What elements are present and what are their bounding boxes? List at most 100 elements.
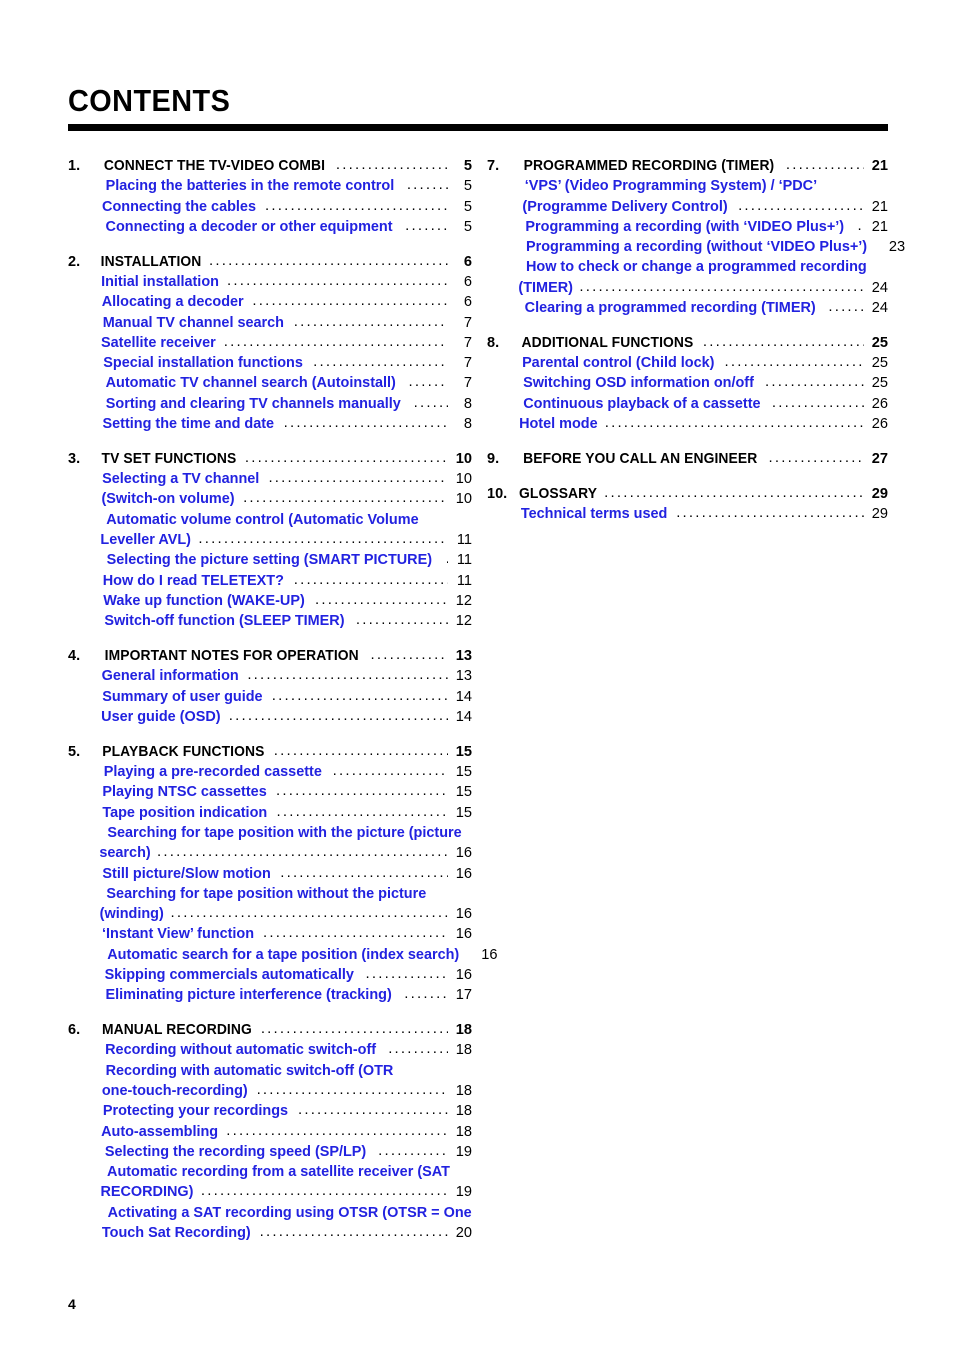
toc-entry: Switching OSD information on/off 25 (517, 373, 888, 393)
toc-entry-label: Programming a recording (without ‘VIDEO … (525, 238, 868, 256)
toc-entry-label: (Switch-on volume) (101, 490, 235, 508)
toc-entry-label: Satellite receiver (101, 333, 216, 351)
toc-entry-row[interactable]: Initial installation 6 (68, 272, 472, 292)
toc-entry-label: (winding) (99, 905, 164, 923)
toc-entry-row[interactable]: Special installation functions 7 (68, 353, 472, 373)
toc-entry: Connecting a decoder or other equipment 5 (98, 217, 472, 237)
toc-chapter-number: 3. (68, 450, 81, 467)
toc-entry: Still picture/Slow motion 16 (98, 864, 472, 884)
toc-entry-row[interactable]: one-touch-recording) 18 (68, 1081, 472, 1101)
dot-leader (272, 686, 448, 706)
toc-entry-label: ‘Instant View’ function (102, 925, 255, 943)
toc-entry-row[interactable]: Sorting and clearing TV channels manuall… (68, 394, 472, 414)
toc-entry-row[interactable]: (Programme Delivery Control) 21 (487, 197, 888, 217)
toc-entry-row[interactable]: Placing the batteries in the remote cont… (68, 176, 472, 196)
toc-entry-row[interactable]: Allocating a decoder 6 (68, 292, 472, 312)
toc-entry-row[interactable]: Clearing a programmed recording (TIMER) 2… (487, 298, 888, 318)
toc-entry-row[interactable]: Programming a recording (without ‘VIDEO … (487, 237, 905, 257)
toc-entry-row[interactable]: Searching for tape position with the pic… (68, 823, 472, 843)
toc-entry-label: TV SET FUNCTIONS (101, 450, 237, 467)
toc-entry-row[interactable]: ‘VPS’ (Video Programming System) / ‘PDC’ (487, 176, 888, 196)
toc-entry: Searching for tape position with the pic… (98, 823, 472, 843)
toc-entry-row[interactable]: Skipping commercials automatically 16 (68, 965, 472, 985)
toc-page-number: 16 (455, 966, 472, 983)
dot-leader (157, 842, 448, 862)
toc-entry-row[interactable]: General information 13 (68, 666, 472, 686)
toc-entry-row[interactable]: Automatic volume control (Automatic Volu… (68, 510, 472, 530)
toc-entry-row[interactable]: (TIMER) 24 (487, 278, 888, 298)
toc-entry-row[interactable]: Eliminating picture interference (tracki… (68, 985, 472, 1005)
toc-entry-row[interactable]: Technical terms used 29 (487, 504, 888, 524)
toc-entry: Programming a recording (without ‘VIDEO … (517, 237, 905, 257)
toc-entry: Tape position indication 15 (98, 803, 472, 823)
toc-entry-row[interactable]: Leveller AVL) 11 (68, 530, 472, 550)
toc-entry-row[interactable]: Playing NTSC cassettes 15 (68, 782, 472, 802)
toc-entry-row[interactable]: Satellite receiver 7 (68, 333, 472, 353)
toc-entry-row[interactable]: ‘Instant View’ function 16 (68, 924, 472, 944)
toc-entry-row[interactable]: Connecting the cables 5 (68, 197, 472, 217)
toc-entry-row[interactable]: Touch Sat Recording) 20 (68, 1223, 472, 1243)
toc-entry-row[interactable]: Summary of user guide 14 (68, 687, 472, 707)
toc-entry-row[interactable]: Programming a recording (with ‘VIDEO Plu… (487, 217, 888, 237)
toc-entry-label: Manual TV channel search (102, 313, 284, 331)
toc-entry-label: search) (99, 844, 151, 862)
toc-entry: TV SET FUNCTIONS 10 (98, 449, 472, 469)
toc-entry-row[interactable]: RECORDING) 19 (68, 1182, 472, 1202)
toc-chapter-row[interactable]: 4. IMPORTANT NOTES FOR OPERATION 13 (68, 646, 472, 666)
toc-page-number: 15 (455, 784, 472, 801)
toc-chapter-number: 2. (68, 253, 81, 270)
toc-entry-row[interactable]: Selecting a TV channel 10 (68, 469, 472, 489)
toc-entry-row[interactable]: search) 16 (68, 843, 472, 863)
toc-chapter-row[interactable]: 3. TV SET FUNCTIONS 10 (68, 449, 472, 469)
toc-entry-row[interactable]: Switching OSD information on/off 25 (487, 373, 888, 393)
toc-entry-row[interactable]: Auto-assembling 18 (68, 1122, 472, 1142)
toc-entry-row[interactable]: User guide (OSD) 14 (68, 707, 472, 727)
toc-entry-row[interactable]: Playing a pre-recorded cassette 15 (68, 762, 472, 782)
toc-entry-row[interactable]: (Switch-on volume) 10 (68, 489, 472, 509)
dot-leader (298, 1100, 448, 1120)
toc-entry-row[interactable]: Setting the time and date 8 (68, 414, 472, 434)
toc-chapter-row[interactable]: 5. PLAYBACK FUNCTIONS 15 (68, 742, 472, 762)
toc-entry-label: IMPORTANT NOTES FOR OPERATION (104, 648, 359, 665)
toc-entry-row[interactable]: Hotel mode 26 (487, 414, 888, 434)
toc-entry-row[interactable]: Automatic recording from a satellite rec… (68, 1162, 472, 1182)
toc-chapter-row[interactable]: 9. BEFORE YOU CALL AN ENGINEER 27 (487, 449, 888, 469)
toc-chapter-row[interactable]: 2. INSTALLATION 6 (68, 252, 472, 272)
toc-entry-row[interactable]: Selecting the picture setting (SMART PIC… (68, 550, 472, 570)
toc-entry-row[interactable]: Switch-off function (SLEEP TIMER) 12 (68, 611, 472, 631)
toc-entry-row[interactable]: Automatic TV channel search (Autoinstall… (68, 373, 472, 393)
toc-entry-row[interactable]: Automatic search for a tape position (in… (68, 945, 497, 965)
toc-entry-row[interactable]: Activating a SAT recording using OTSR (O… (68, 1203, 472, 1223)
toc-entry-row[interactable]: How to check or change a programmed reco… (487, 257, 888, 277)
toc-entry-label: Switch-off function (SLEEP TIMER) (104, 612, 345, 630)
toc-page-number: 16 (455, 906, 472, 923)
dot-leader (378, 1141, 448, 1161)
toc-entry: CONNECT THE TV-VIDEO COMBI 5 (98, 156, 472, 176)
toc-entry-row[interactable]: (winding) 16 (68, 904, 472, 924)
toc-entry-row[interactable]: How do I read TELETEXT? 11 (68, 571, 472, 591)
toc-entry-row[interactable]: Wake up function (WAKE-UP) 12 (68, 591, 472, 611)
toc-entry-row[interactable]: Still picture/Slow motion 16 (68, 864, 472, 884)
toc-chapter-row[interactable]: 8. ADDITIONAL FUNCTIONS 25 (487, 333, 888, 353)
toc-chapter-row[interactable]: 10. GLOSSARY 29 (487, 484, 888, 504)
toc-entry-row[interactable]: Selecting the recording speed (SP/LP) 19 (68, 1142, 472, 1162)
toc-entry-row[interactable]: Recording with automatic switch-off (OTR (68, 1061, 472, 1081)
toc-entry-row[interactable]: Parental control (Child lock) 25 (487, 353, 888, 373)
toc-entry-row[interactable]: Searching for tape position without the … (68, 884, 472, 904)
toc-chapter-row[interactable]: 6. MANUAL RECORDING 18 (68, 1020, 472, 1040)
toc-entry-row[interactable]: Continuous playback of a cassette 26 (487, 394, 888, 414)
toc-chapter-row[interactable]: 7. PROGRAMMED RECORDING (TIMER) 21 (487, 156, 888, 176)
toc-entry-row[interactable]: Recording without automatic switch-off 18 (68, 1040, 472, 1060)
toc-page-number: 13 (455, 668, 472, 685)
toc-entry-row[interactable]: Connecting a decoder or other equipment 5 (68, 217, 472, 237)
toc-entry-row[interactable]: Protecting your recordings 18 (68, 1101, 472, 1121)
toc-page-number: 10 (455, 450, 472, 467)
toc-entry-label: ADDITIONAL FUNCTIONS (521, 334, 694, 351)
toc-entry-row[interactable]: Manual TV channel search 7 (68, 313, 472, 333)
dot-leader (786, 155, 864, 175)
toc-entry-row[interactable]: Tape position indication 15 (68, 803, 472, 823)
toc-chapter-row[interactable]: 1. CONNECT THE TV-VIDEO COMBI 5 (68, 156, 472, 176)
dot-leader (170, 903, 448, 923)
toc-entry-label: General information (101, 667, 239, 685)
toc-section: 8.ADDITIONAL FUNCTIONS25Parental control… (487, 333, 888, 434)
